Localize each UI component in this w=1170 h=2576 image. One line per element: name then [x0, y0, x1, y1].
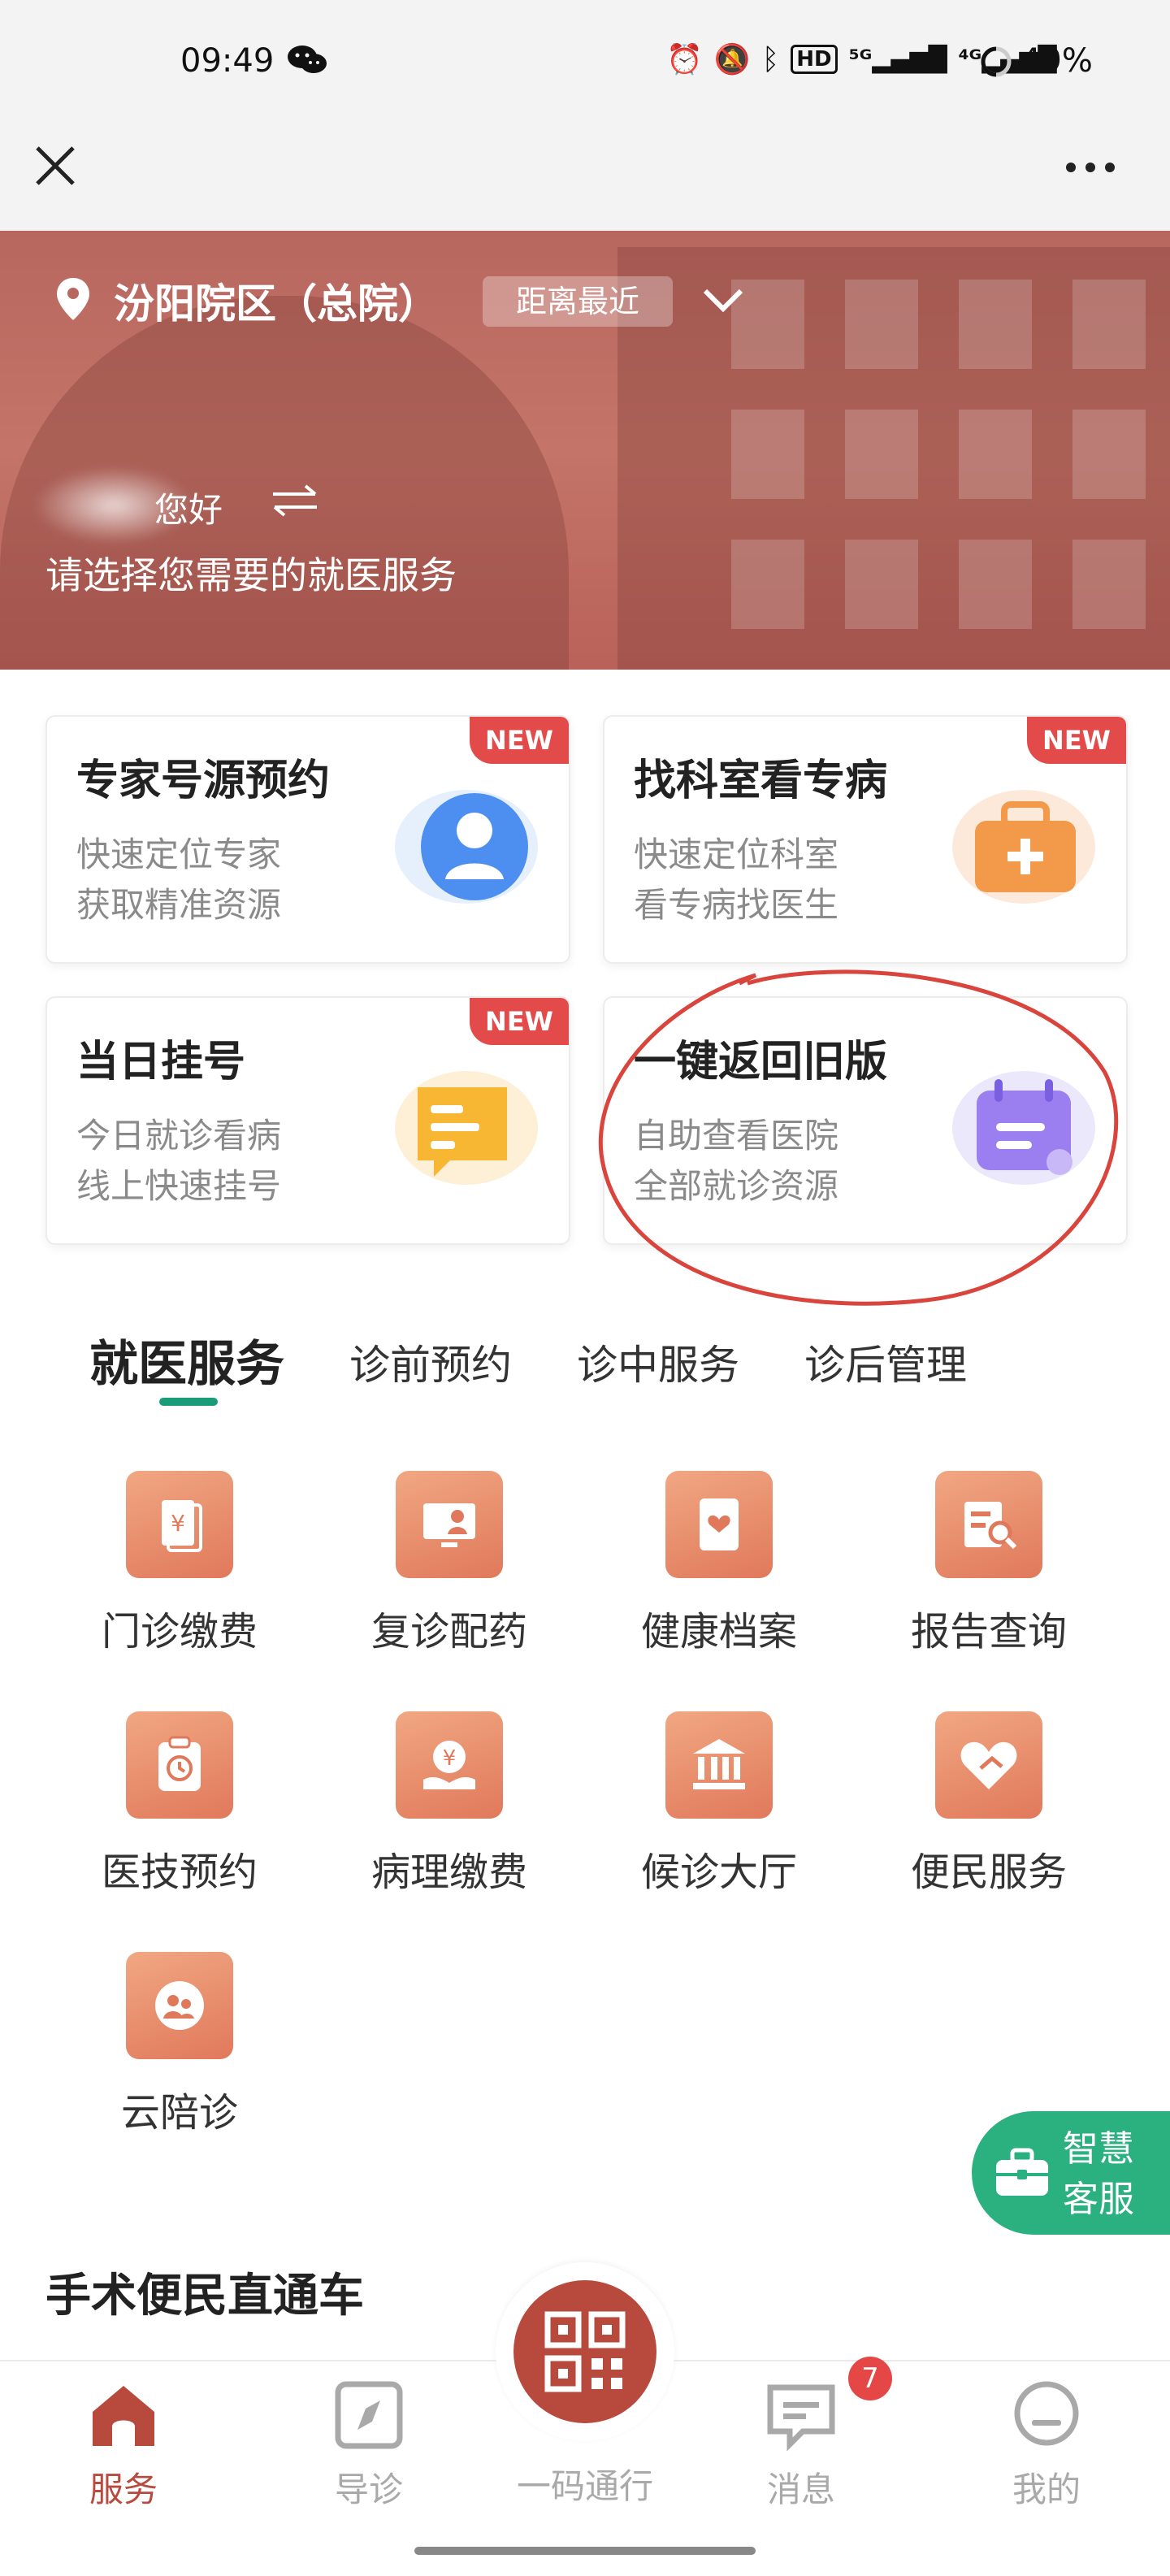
clipboard-icon	[385, 1055, 540, 1193]
new-badge: NEW	[470, 998, 569, 1045]
nav-label: 一码通行	[516, 2466, 653, 2506]
hand-coin-icon: ¥	[396, 1711, 503, 1819]
nav-label: 导诊	[334, 2470, 403, 2509]
battery-level: 49%	[1020, 42, 1093, 80]
nav-guide[interactable]: 导诊	[288, 2376, 450, 2512]
medical-kit-icon	[942, 774, 1097, 912]
service-label: 云陪诊	[120, 2090, 238, 2136]
card-line1: 今日就诊看病	[76, 1116, 282, 1156]
mini-program-titlebar	[0, 130, 1170, 231]
card-line2: 看专病找医生	[634, 885, 839, 925]
service-report-query[interactable]: 报告查询	[855, 1471, 1123, 1656]
message-icon	[767, 2384, 835, 2452]
nav-label: 我的	[1012, 2470, 1081, 2509]
chevron-down-icon[interactable]	[700, 284, 746, 317]
nav-services[interactable]: 服务	[42, 2376, 205, 2512]
tab-in-visit[interactable]: 诊中服务	[577, 1333, 739, 1391]
wechat-icon	[286, 44, 328, 76]
card-line1: 快速定位科室	[634, 835, 839, 874]
qr-code-button[interactable]	[514, 2280, 656, 2423]
service-waiting-hall[interactable]: 候诊大厅	[585, 1711, 853, 1897]
smart-customer-service-label: 智慧客服	[1063, 2128, 1134, 2220]
service-label: 复诊配药	[370, 1609, 527, 1654]
card-line2: 线上快速挂号	[76, 1166, 282, 1206]
service-label: 门诊缴费	[101, 1609, 258, 1654]
campus-selector[interactable]: 汾阳院区（总院）	[114, 271, 439, 330]
service-label: 健康档案	[640, 1609, 797, 1654]
nav-label: 消息	[766, 2470, 835, 2509]
service-label: 便民服务	[910, 1850, 1067, 1895]
card-line1: 快速定位专家	[76, 835, 282, 874]
service-repeat-prescription[interactable]: 复诊配药	[315, 1471, 583, 1656]
briefcase-icon	[993, 2145, 1051, 2201]
bluetooth-icon: ᛒ	[761, 42, 780, 76]
service-health-records[interactable]: 健康档案	[585, 1471, 853, 1656]
card-same-day-registration[interactable]: 当日挂号 今日就诊看病 线上快速挂号 NEW	[46, 996, 570, 1245]
svg-text:¥: ¥	[443, 1746, 457, 1771]
5g-signal-icon: ⁵ᴳ▂▄▆█	[848, 45, 947, 74]
svg-text:¥: ¥	[171, 1510, 185, 1537]
heart-hand-icon	[935, 1711, 1042, 1819]
close-icon[interactable]	[32, 143, 78, 189]
people-icon	[126, 1952, 233, 2059]
nav-label: 服务	[89, 2470, 158, 2509]
card-expert-booking[interactable]: 专家号源预约 快速定位专家 获取精准资源 NEW	[46, 715, 570, 964]
payment-icon: ¥	[126, 1471, 233, 1578]
location-pin-icon	[55, 276, 91, 322]
hall-building-icon	[665, 1711, 773, 1819]
service-cloud-accompany[interactable]: 云陪诊	[46, 1952, 314, 2137]
active-tab-indicator	[159, 1398, 218, 1406]
qr-code-icon	[544, 2311, 626, 2392]
profile-icon	[1014, 2381, 1079, 2446]
status-time: 09:49	[180, 42, 275, 80]
clock-clipboard-icon	[126, 1711, 233, 1819]
service-label: 报告查询	[910, 1609, 1067, 1654]
hd-icon: HD	[791, 45, 838, 74]
alarm-icon: ⏰	[666, 43, 703, 76]
card-find-department[interactable]: 找科室看专病 快速定位科室 看专病找医生 NEW	[603, 715, 1128, 964]
card-line2: 获取精准资源	[76, 885, 282, 925]
service-convenience[interactable]: 便民服务	[855, 1711, 1123, 1897]
nav-profile[interactable]: 我的	[965, 2376, 1128, 2512]
card-title: 当日挂号	[76, 1038, 246, 1086]
greeting-text: 您好	[154, 490, 223, 530]
mute-icon: 🔕	[713, 43, 751, 76]
tab-pre-visit[interactable]: 诊前预约	[349, 1333, 512, 1391]
home-indicator	[414, 2547, 756, 2555]
tab-post-visit[interactable]: 诊后管理	[804, 1333, 967, 1391]
service-label: 医技预约	[101, 1850, 258, 1895]
smart-customer-service-button[interactable]: 智慧客服	[972, 2111, 1170, 2235]
report-search-icon	[935, 1471, 1042, 1578]
doctor-icon	[385, 774, 540, 912]
annotation-circle	[598, 969, 1119, 1306]
new-badge: NEW	[1027, 717, 1126, 764]
service-medical-tech-booking[interactable]: 医技预约	[46, 1711, 314, 1897]
service-label: 候诊大厅	[640, 1850, 797, 1895]
service-outpatient-payment[interactable]: ¥ 门诊缴费	[46, 1471, 314, 1656]
health-record-icon	[665, 1471, 773, 1578]
nav-one-code-pass[interactable]: 一码通行	[504, 2454, 666, 2509]
battery-icon	[980, 46, 1012, 78]
monitor-doctor-icon	[396, 1471, 503, 1578]
tab-medical-services[interactable]: 就医服务	[89, 1325, 284, 1395]
distance-badge: 距离最近	[483, 276, 673, 327]
message-count-badge: 7	[848, 2357, 892, 2400]
home-icon	[93, 2386, 154, 2446]
service-label: 病理缴费	[370, 1850, 527, 1895]
hero-subtitle: 请选择您需要的就医服务	[46, 553, 457, 597]
card-title: 找科室看专病	[634, 757, 888, 805]
switch-user-icon[interactable]	[268, 483, 322, 518]
new-badge: NEW	[470, 717, 569, 764]
compass-icon	[335, 2381, 403, 2449]
service-pathology-payment[interactable]: ¥ 病理缴费	[315, 1711, 583, 1897]
card-title: 专家号源预约	[76, 757, 331, 805]
more-icon[interactable]	[1064, 159, 1116, 176]
section-title: 手术便民直通车	[46, 2270, 364, 2322]
